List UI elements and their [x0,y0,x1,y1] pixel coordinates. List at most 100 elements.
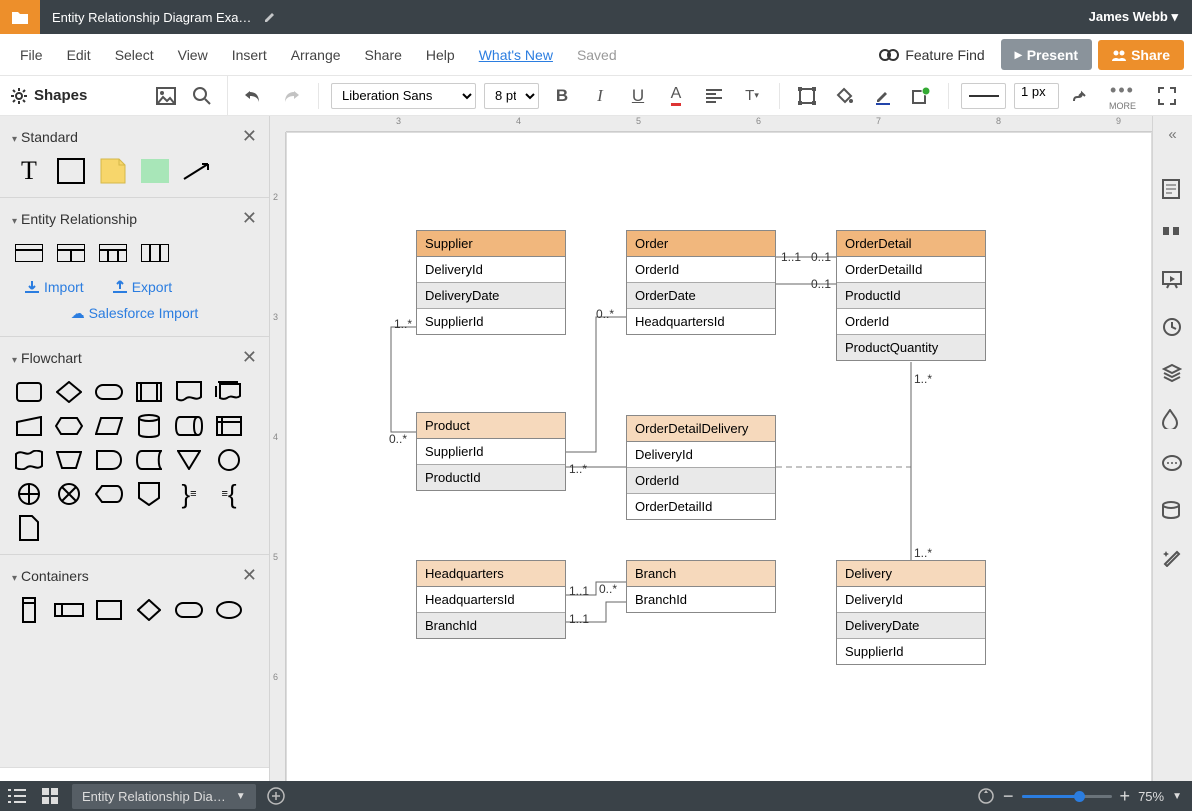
fc-terminator[interactable] [94,380,124,404]
line-style-select[interactable] [961,83,1006,109]
text-color-icon[interactable]: A [661,81,691,111]
zoom-out-button[interactable]: − [1003,786,1014,807]
menu-file[interactable]: File [8,47,55,63]
note-shape[interactable] [98,159,128,183]
comment-icon[interactable] [1162,225,1184,247]
block-shape[interactable] [140,159,170,183]
redo-icon[interactable] [276,81,306,111]
fc-delay[interactable] [94,448,124,472]
fc-merge[interactable] [174,448,204,472]
fc-display[interactable] [94,482,124,506]
section-header-containers[interactable]: ▾Containers✕ [0,555,269,592]
entity-headquarters[interactable]: Headquarters HeadquartersId BranchId [416,560,566,639]
entity-delivery[interactable]: Delivery DeliveryId DeliveryDate Supplie… [836,560,986,665]
ct-2[interactable] [54,598,84,622]
line-options-icon[interactable] [1067,81,1097,111]
salesforce-import-link[interactable]: ☁ Salesforce Import [0,303,269,328]
import-link[interactable]: Import [24,279,84,295]
doc-title[interactable]: Entity Relationship Diagram Exa… [40,10,263,25]
arrow-shape[interactable] [182,159,212,183]
layers-icon[interactable] [1162,363,1184,385]
ct-3[interactable] [94,598,124,622]
search-icon[interactable] [187,81,217,111]
fc-preparation[interactable] [54,414,84,438]
er-shape-2[interactable] [56,241,86,265]
menu-select[interactable]: Select [103,47,166,63]
entity-orderdetaildelivery[interactable]: OrderDetailDelivery DeliveryId OrderId O… [626,415,776,520]
fc-database[interactable] [134,414,164,438]
fc-sum[interactable] [54,482,84,506]
fc-connector[interactable] [214,448,244,472]
fc-process[interactable] [14,380,44,404]
fc-decision[interactable] [54,380,84,404]
rename-icon[interactable] [263,10,277,24]
ct-4[interactable] [134,598,164,622]
zoom-slider[interactable] [1022,795,1112,798]
fc-manualop[interactable] [54,448,84,472]
history-icon[interactable] [1162,317,1184,339]
fc-note[interactable]: ≡{ [214,482,244,506]
text-shape[interactable]: T [14,159,44,183]
entity-product[interactable]: Product SupplierId ProductId [416,412,566,491]
menu-help[interactable]: Help [414,47,467,63]
section-header-flowchart[interactable]: ▾Flowchart✕ [0,337,269,374]
align-icon[interactable] [699,81,729,111]
ct-5[interactable] [174,598,204,622]
shapes-header[interactable]: Shapes [10,87,87,105]
section-header-entity[interactable]: ▾Entity Relationship✕ [0,198,269,235]
grid-view-icon[interactable] [34,788,66,804]
chat-icon[interactable] [1162,455,1184,477]
export-link[interactable]: Export [112,279,172,295]
present-button[interactable]: ▸ Present [1001,39,1092,70]
page-tab[interactable]: Entity Relationship Dia…▼ [72,784,256,809]
undo-icon[interactable] [238,81,268,111]
border-color-icon[interactable] [868,81,898,111]
canvas-area[interactable]: 3 4 5 6 7 8 9 2 3 4 5 6 7 [270,116,1192,811]
fontsize-select[interactable]: 8 pt [484,83,539,109]
entity-supplier[interactable]: Supplier DeliveryId DeliveryDate Supplie… [416,230,566,335]
menu-whatsnew[interactable]: What's New [467,47,565,63]
fc-card[interactable] [14,516,44,540]
menu-insert[interactable]: Insert [220,47,279,63]
fc-document[interactable] [174,380,204,404]
close-icon[interactable]: ✕ [242,126,257,147]
image-icon[interactable] [151,81,181,111]
menu-arrange[interactable]: Arrange [279,47,353,63]
fc-papertape[interactable] [14,448,44,472]
ct-1[interactable] [14,598,44,622]
fc-predef[interactable] [134,380,164,404]
entity-branch[interactable]: Branch BranchId [626,560,776,613]
menu-share[interactable]: Share [353,47,414,63]
fc-brace-r[interactable]: }≡ [174,482,204,506]
bold-icon[interactable]: B [547,81,577,111]
fc-data[interactable] [94,414,124,438]
rect-shape[interactable] [56,159,86,183]
section-header-standard[interactable]: ▾Standard✕ [0,116,269,153]
close-icon[interactable]: ✕ [242,565,257,586]
shape-options-icon[interactable] [906,81,936,111]
text-options-icon[interactable]: T▾ [737,81,767,111]
list-view-icon[interactable] [0,789,34,803]
fc-storeddata[interactable] [134,448,164,472]
more-button[interactable]: •••MORE [1109,80,1136,111]
menu-edit[interactable]: Edit [55,47,103,63]
underline-icon[interactable]: U [623,81,653,111]
fc-internal[interactable] [214,414,244,438]
page-icon[interactable] [1162,179,1184,201]
close-icon[interactable]: ✕ [242,208,257,229]
er-shape-3[interactable] [98,241,128,265]
fc-offpage[interactable] [134,482,164,506]
feature-find[interactable]: Feature Find [879,47,994,63]
fc-manualinput[interactable] [14,414,44,438]
zoom-value[interactable]: 75% [1138,789,1164,804]
shape-frame-icon[interactable] [792,81,822,111]
user-menu[interactable]: James Webb ▾ [1075,9,1192,25]
fc-directdata[interactable] [174,414,204,438]
line-width-select[interactable]: 1 px [1014,83,1059,109]
folder-icon[interactable] [0,0,40,34]
drop-icon[interactable] [1162,409,1184,431]
magic-icon[interactable] [1162,547,1184,569]
zoom-in-button[interactable]: + [1120,786,1131,807]
canvas[interactable]: 1..* 0..* 0..* 1..* 1..1 1..1 0..* 1..1 … [286,132,1152,811]
er-shape-1[interactable] [14,241,44,265]
